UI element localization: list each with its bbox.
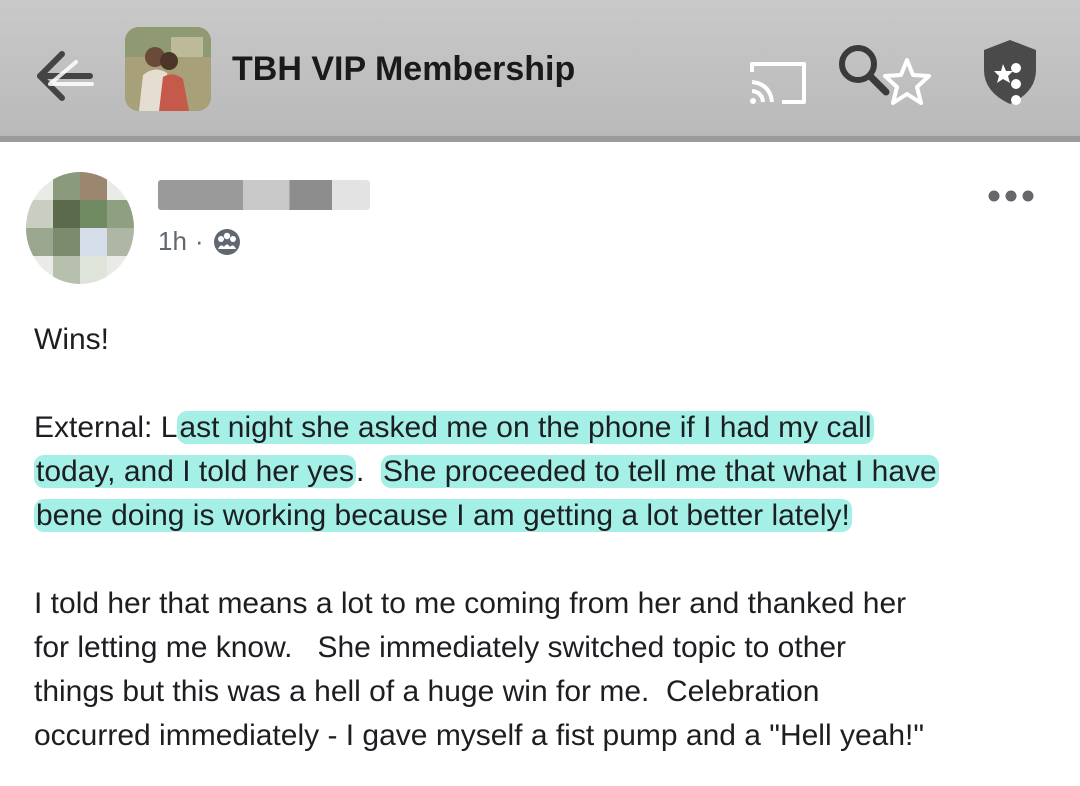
cast-icon — [750, 62, 806, 104]
post-body: Wins! External: Last night she asked me … — [34, 318, 1044, 758]
app-header: TBH VIP Membership — [0, 0, 1080, 136]
post-line: bene doing is working because I am getti… — [34, 494, 1044, 538]
post-line: Wins! — [34, 318, 1044, 362]
highlighted-text: today, and I told her yes — [34, 455, 356, 488]
group-cover-image[interactable] — [125, 27, 211, 111]
back-button[interactable] — [28, 40, 100, 112]
post-line: today, and I told her yes. She proceeded… — [34, 450, 1044, 494]
cast-button[interactable] — [746, 58, 810, 108]
post-time[interactable]: 1h — [158, 226, 187, 257]
header-divider — [0, 136, 1080, 142]
members-group-icon — [213, 228, 240, 255]
arrow-left-icon — [37, 51, 94, 101]
post-line: I told her that means a lot to me coming… — [34, 587, 907, 620]
highlighted-text: She proceeded to tell me that what I hav… — [381, 455, 939, 488]
post-line: things but this was a hell of a huge win… — [34, 675, 820, 708]
meta-separator: · — [194, 226, 204, 256]
text-segment: External: L — [34, 411, 178, 444]
text-segment: . — [355, 455, 381, 488]
post-paragraph: I told her that means a lot to me coming… — [34, 582, 1044, 758]
group-title[interactable]: TBH VIP Membership — [232, 50, 575, 89]
author-avatar[interactable] — [26, 172, 134, 284]
horizontal-dots-icon — [988, 190, 1034, 202]
post-paragraph: External: Last night she asked me on the… — [34, 406, 1044, 538]
highlighted-text: ast night she asked me on the phone if I… — [177, 411, 874, 444]
post-paragraph: Wins! — [34, 318, 1044, 362]
admin-shield-button[interactable] — [978, 36, 1042, 108]
post-line: External: Last night she asked me on the… — [34, 406, 1044, 450]
post-more-button[interactable] — [986, 184, 1036, 208]
vertical-dots-icon[interactable] — [1010, 62, 1022, 106]
text-segment: Wins! — [34, 323, 109, 356]
author-name[interactable] — [158, 180, 370, 210]
star-outline-icon[interactable] — [880, 56, 934, 108]
highlighted-text: bene doing is working because I am getti… — [34, 499, 852, 532]
post-line: for letting me know. She immediately swi… — [34, 631, 847, 664]
post-line: occurred immediately - I gave myself a f… — [34, 719, 925, 752]
post-meta: 1h · — [158, 226, 242, 257]
